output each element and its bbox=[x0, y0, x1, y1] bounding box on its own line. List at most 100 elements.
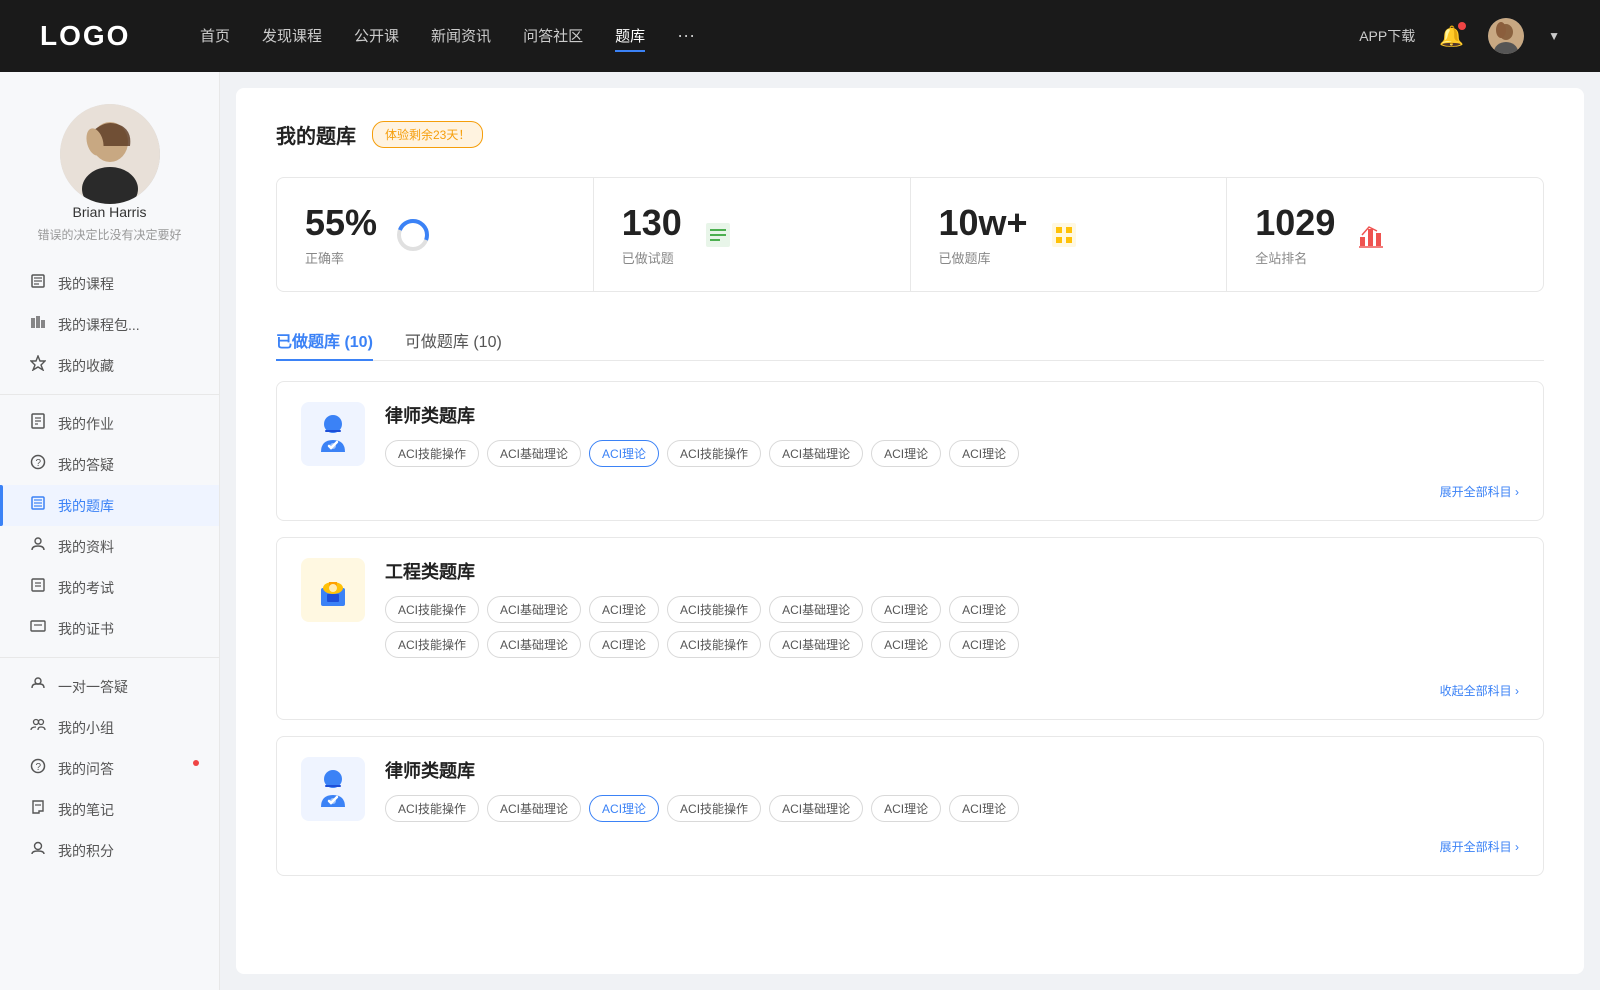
qbank-card-header-3: 律师类题库 ACI技能操作 ACI基础理论 ACI理论 ACI技能操作 ACI基… bbox=[301, 757, 1519, 822]
nav-qbank[interactable]: 题库 bbox=[615, 21, 645, 52]
qbank-icon bbox=[28, 495, 48, 516]
stat-done-banks-number: 10w+ bbox=[939, 202, 1028, 244]
tag-3-4[interactable]: ACI技能操作 bbox=[667, 795, 761, 822]
nav-qa[interactable]: 问答社区 bbox=[523, 21, 583, 52]
tag-2-5[interactable]: ACI基础理论 bbox=[769, 596, 863, 623]
svg-text:?: ? bbox=[36, 458, 42, 469]
tag-1-2[interactable]: ACI基础理论 bbox=[487, 440, 581, 467]
sidebar-item-homework[interactable]: 我的作业 bbox=[0, 403, 219, 444]
qbank-card-header-1: 律师类题库 ACI技能操作 ACI基础理论 ACI理论 ACI技能操作 ACI基… bbox=[301, 402, 1519, 467]
sidebar-item-notes[interactable]: 我的笔记 bbox=[0, 789, 219, 830]
main-header: 我的题库 体验剩余23天！ bbox=[276, 120, 1544, 149]
logo: LOGO bbox=[40, 20, 160, 52]
sidebar-label-group: 我的小组 bbox=[58, 718, 114, 738]
bell-button[interactable]: 🔔 bbox=[1439, 24, 1464, 49]
chevron-down-icon[interactable]: ▼ bbox=[1548, 29, 1560, 43]
tag-2-6[interactable]: ACI理论 bbox=[871, 596, 941, 623]
nav-more[interactable]: ··· bbox=[677, 21, 695, 52]
nav-app-download[interactable]: APP下载 bbox=[1359, 26, 1415, 46]
course-icon bbox=[28, 273, 48, 294]
qbank-card-lawyer-1: 律师类题库 ACI技能操作 ACI基础理论 ACI理论 ACI技能操作 ACI基… bbox=[276, 381, 1544, 521]
tag-3-6[interactable]: ACI理论 bbox=[871, 795, 941, 822]
sidebar-item-questions[interactable]: ? 我的答疑 bbox=[0, 444, 219, 485]
tag-2-2[interactable]: ACI基础理论 bbox=[487, 596, 581, 623]
stat-ranking-number: 1029 bbox=[1255, 202, 1335, 244]
exam-icon bbox=[28, 577, 48, 598]
avatar[interactable] bbox=[1488, 18, 1524, 54]
sidebar-item-points[interactable]: 我的积分 bbox=[0, 830, 219, 871]
page-title: 我的题库 bbox=[276, 120, 356, 149]
sidebar-label-questions: 我的答疑 bbox=[58, 455, 114, 475]
sidebar-item-exam[interactable]: 我的考试 bbox=[0, 567, 219, 608]
group-icon bbox=[28, 717, 48, 738]
tutor-icon bbox=[28, 676, 48, 697]
tag-2-10[interactable]: ACI理论 bbox=[589, 631, 659, 658]
nav-opencourse[interactable]: 公开课 bbox=[354, 21, 399, 52]
tag-1-4[interactable]: ACI技能操作 bbox=[667, 440, 761, 467]
tag-2-9[interactable]: ACI基础理论 bbox=[487, 631, 581, 658]
sidebar-label-qbank: 我的题库 bbox=[58, 496, 114, 516]
homework-icon bbox=[28, 413, 48, 434]
tag-2-1[interactable]: ACI技能操作 bbox=[385, 596, 479, 623]
accuracy-chart-icon bbox=[393, 215, 433, 255]
nav-home[interactable]: 首页 bbox=[200, 21, 230, 52]
sidebar-item-tutor[interactable]: 一对一答疑 bbox=[0, 666, 219, 707]
tag-3-1[interactable]: ACI技能操作 bbox=[385, 795, 479, 822]
tag-1-6[interactable]: ACI理论 bbox=[871, 440, 941, 467]
tag-2-7[interactable]: ACI理论 bbox=[949, 596, 1019, 623]
profile-icon bbox=[28, 536, 48, 557]
tab-available-banks[interactable]: 可做题库 (10) bbox=[405, 320, 502, 360]
sidebar-label-notes: 我的笔记 bbox=[58, 800, 114, 820]
tag-1-5[interactable]: ACI基础理论 bbox=[769, 440, 863, 467]
qbank-card-header-2: 工程类题库 ACI技能操作 ACI基础理论 ACI理论 ACI技能操作 ACI基… bbox=[301, 558, 1519, 666]
tag-2-14[interactable]: ACI理论 bbox=[949, 631, 1019, 658]
tag-3-3[interactable]: ACI理论 bbox=[589, 795, 659, 822]
tag-1-1[interactable]: ACI技能操作 bbox=[385, 440, 479, 467]
sidebar-item-my-course[interactable]: 我的课程 bbox=[0, 263, 219, 304]
tag-2-13[interactable]: ACI理论 bbox=[871, 631, 941, 658]
qbank-expand-3[interactable]: 展开全部科目 › bbox=[301, 838, 1519, 855]
stats-row: 55% 正确率 130 已做试题 bbox=[276, 177, 1544, 292]
sidebar-label-course-pkg: 我的课程包... bbox=[58, 315, 140, 335]
stat-done-banks: 10w+ 已做题库 bbox=[911, 178, 1228, 291]
tag-3-5[interactable]: ACI基础理论 bbox=[769, 795, 863, 822]
tag-3-2[interactable]: ACI基础理论 bbox=[487, 795, 581, 822]
sidebar-item-certificate[interactable]: 我的证书 bbox=[0, 608, 219, 649]
stat-done-questions-number: 130 bbox=[622, 202, 682, 244]
tag-2-8[interactable]: ACI技能操作 bbox=[385, 631, 479, 658]
nav-discover[interactable]: 发现课程 bbox=[262, 21, 322, 52]
questions-list-icon bbox=[698, 215, 738, 255]
lawyer-icon-2 bbox=[301, 757, 365, 821]
tag-1-7[interactable]: ACI理论 bbox=[949, 440, 1019, 467]
page-body: Brian Harris 错误的决定比没有决定要好 我的课程 我的课程包... … bbox=[0, 72, 1600, 990]
qbank-expand-2[interactable]: 收起全部科目 › bbox=[301, 682, 1519, 699]
sidebar-item-qbank[interactable]: 我的题库 bbox=[0, 485, 219, 526]
sidebar-item-course-pkg[interactable]: 我的课程包... bbox=[0, 304, 219, 345]
sidebar-label-certificate: 我的证书 bbox=[58, 619, 114, 639]
lawyer-icon-1 bbox=[301, 402, 365, 466]
sidebar-item-profile[interactable]: 我的资料 bbox=[0, 526, 219, 567]
sidebar-item-myqa[interactable]: ? 我的问答 bbox=[0, 748, 219, 789]
tag-2-11[interactable]: ACI技能操作 bbox=[667, 631, 761, 658]
qbank-tags-row2-2: ACI技能操作 ACI基础理论 ACI理论 ACI技能操作 ACI基础理论 AC… bbox=[385, 631, 1519, 658]
tag-1-3[interactable]: ACI理论 bbox=[589, 440, 659, 467]
qbank-title-3: 律师类题库 bbox=[385, 757, 1519, 783]
stat-accuracy-label: 正确率 bbox=[305, 248, 377, 267]
tag-2-12[interactable]: ACI基础理论 bbox=[769, 631, 863, 658]
sidebar-item-group[interactable]: 我的小组 bbox=[0, 707, 219, 748]
qbank-card-lawyer-2: 律师类题库 ACI技能操作 ACI基础理论 ACI理论 ACI技能操作 ACI基… bbox=[276, 736, 1544, 876]
sidebar-label-exam: 我的考试 bbox=[58, 578, 114, 598]
tag-3-7[interactable]: ACI理论 bbox=[949, 795, 1019, 822]
tag-2-3[interactable]: ACI理论 bbox=[589, 596, 659, 623]
tag-2-4[interactable]: ACI技能操作 bbox=[667, 596, 761, 623]
nav-news[interactable]: 新闻资讯 bbox=[431, 21, 491, 52]
banks-grid-icon bbox=[1044, 215, 1084, 255]
divider2 bbox=[0, 657, 219, 658]
bell-notification-dot bbox=[1458, 22, 1466, 30]
qbank-expand-1[interactable]: 展开全部科目 › bbox=[301, 483, 1519, 500]
points-icon bbox=[28, 840, 48, 861]
sidebar-item-favorites[interactable]: 我的收藏 bbox=[0, 345, 219, 386]
stat-accuracy-number: 55% bbox=[305, 202, 377, 244]
qbank-title-1: 律师类题库 bbox=[385, 402, 1519, 428]
tab-done-banks[interactable]: 已做题库 (10) bbox=[276, 320, 373, 360]
